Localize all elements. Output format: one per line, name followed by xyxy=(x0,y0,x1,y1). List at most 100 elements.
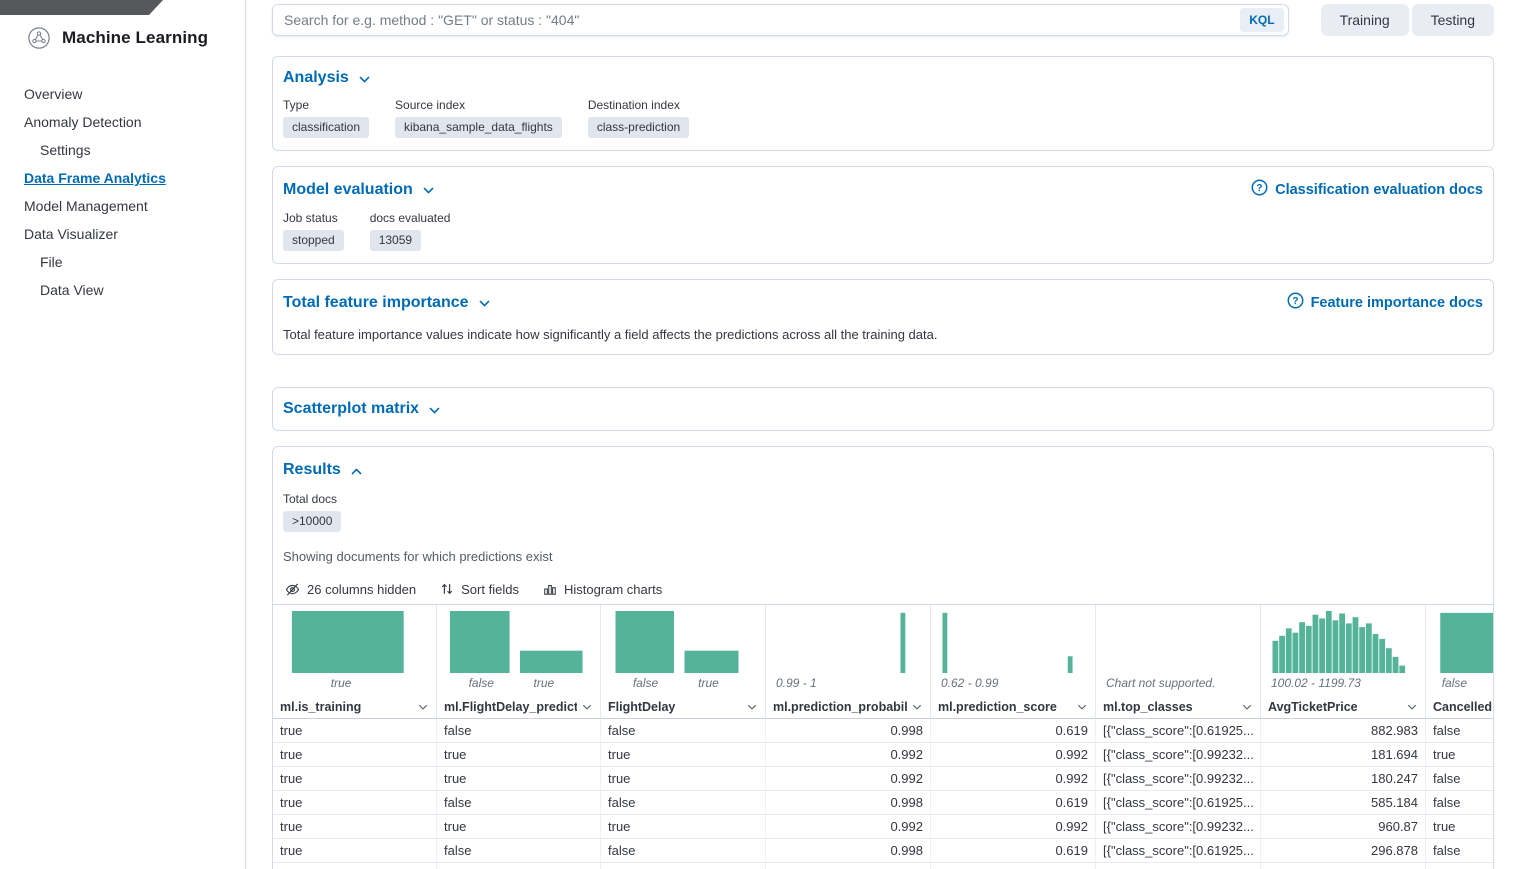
column-histogram-ml.prediction_score: 0.62 - 0.99 xyxy=(931,605,1096,695)
sidebar-item-file[interactable]: File xyxy=(0,248,245,276)
cell-FlightDelay: true xyxy=(601,743,766,767)
cell-AvgTicketPrice: 960.87 xyxy=(1261,815,1426,839)
testing-button[interactable]: Testing xyxy=(1412,4,1494,36)
cell-ml.FlightDelay_predictio: true xyxy=(437,815,601,839)
cell-ml.prediction_probabilit: 0.992 xyxy=(766,743,931,767)
chevron-down-icon xyxy=(1406,701,1418,713)
results-data-grid: truefalsetruefalsetrue0.99 - 10.62 - 0.9… xyxy=(273,605,1493,869)
column-header-AvgTicketPrice[interactable]: AvgTicketPrice xyxy=(1261,695,1426,719)
source-index-badge: kibana_sample_data_flights xyxy=(395,117,562,138)
kql-button[interactable]: KQL xyxy=(1240,8,1283,32)
table-row: truefalsefalse0.9980.619[{"class_score":… xyxy=(273,791,1493,815)
column-header-ml.prediction_probabilit[interactable]: ml.prediction_probabilit xyxy=(766,695,931,719)
column-header-ml.is_training[interactable]: ml.is_training xyxy=(273,695,437,719)
table-row: truefalsefalse0.9980.619[{"class_score":… xyxy=(273,719,1493,743)
column-header-label: FlightDelay xyxy=(608,700,675,714)
column-histogram-AvgTicketPrice: 100.02 - 1199.73 xyxy=(1261,605,1426,695)
histogram-caption: 0.62 - 0.99 xyxy=(941,676,998,690)
sidebar-item-data-view[interactable]: Data View xyxy=(0,276,245,304)
destination-index-field: Destination index class-prediction xyxy=(588,98,689,138)
field-label: Job status xyxy=(283,211,344,225)
results-section-toggle[interactable]: Results xyxy=(283,461,363,479)
column-header-FlightDelay[interactable]: FlightDelay xyxy=(601,695,766,719)
sidebar-item-data-frame-analytics[interactable]: Data Frame Analytics xyxy=(0,164,245,192)
cell-ml.is_training: true xyxy=(273,719,437,743)
job-status-badge: stopped xyxy=(283,230,344,251)
column-histogram-ml.FlightDelay_predictio: falsetrue xyxy=(437,605,601,695)
sidebar-item-model-management[interactable]: Model Management xyxy=(0,192,245,220)
cell-AvgTicketPrice: 585.184 xyxy=(1261,791,1426,815)
model-evaluation-section-toggle[interactable]: Model evaluation xyxy=(283,181,435,199)
histogram-caption: false xyxy=(1442,676,1467,690)
cell-FlightDelay: false xyxy=(601,839,766,863)
chevron-down-icon xyxy=(358,71,371,86)
cell-AvgTicketPrice: 181.694 xyxy=(1261,743,1426,767)
sidebar-item-settings[interactable]: Settings xyxy=(0,136,245,164)
table-row: truefalsefalse0.9980.619[{"class_score":… xyxy=(273,863,1493,869)
column-header-label: ml.FlightDelay_predictio xyxy=(444,700,577,714)
classification-evaluation-docs-link[interactable]: ? Classification evaluation docs xyxy=(1251,179,1483,200)
chevron-down-icon xyxy=(581,701,593,713)
cell-ml.top_classes: [{"class_score":[0.61925... xyxy=(1096,839,1261,863)
chevron-up-icon xyxy=(350,463,363,478)
ml-data-frame-analytics-page: Machine Learning Overview Anomaly Detect… xyxy=(0,0,1513,869)
docs-icon: ? xyxy=(1251,179,1268,200)
cell-AvgTicketPrice: 906.438 xyxy=(1261,863,1426,869)
cell-FlightDelay: false xyxy=(601,863,766,869)
cell-ml.is_training: true xyxy=(273,839,437,863)
sidebar-item-data-visualizer[interactable]: Data Visualizer xyxy=(0,220,245,248)
sidebar: Machine Learning Overview Anomaly Detect… xyxy=(0,0,246,869)
search-input[interactable] xyxy=(284,12,1240,28)
table-row: truetruetrue0.9920.992[{"class_score":[0… xyxy=(273,743,1493,767)
cell-ml.FlightDelay_predictio: false xyxy=(437,719,601,743)
column-header-label: ml.prediction_probabilit xyxy=(773,700,907,714)
column-header-ml.prediction_score[interactable]: ml.prediction_score xyxy=(931,695,1096,719)
cell-Cancelled: false xyxy=(1426,839,1493,863)
column-header-label: ml.top_classes xyxy=(1103,700,1193,714)
feature-importance-panel: Total feature importance ? Feature impor… xyxy=(272,279,1494,355)
cell-ml.prediction_score: 0.619 xyxy=(931,719,1096,743)
sort-fields-button[interactable]: Sort fields xyxy=(440,582,519,597)
sidebar-item-anomaly-detection[interactable]: Anomaly Detection xyxy=(0,108,245,136)
cell-ml.is_training: true xyxy=(273,791,437,815)
cell-ml.FlightDelay_predictio: false xyxy=(437,791,601,815)
svg-text:?: ? xyxy=(1292,296,1298,307)
main-content: KQL Training Testing Analysis Type xyxy=(246,0,1513,869)
sidebar-item-overview[interactable]: Overview xyxy=(0,80,245,108)
column-histogram-FlightDelay: falsetrue xyxy=(601,605,766,695)
total-docs: Total docs >10000 xyxy=(273,492,1493,532)
cell-AvgTicketPrice: 180.247 xyxy=(1261,767,1426,791)
histogram-charts-button[interactable]: Histogram charts xyxy=(543,582,662,597)
histogram-caption: false xyxy=(469,676,494,690)
window-corner-artifact xyxy=(0,0,163,15)
column-header-ml.top_classes[interactable]: ml.top_classes xyxy=(1096,695,1261,719)
column-header-ml.FlightDelay_predictio[interactable]: ml.FlightDelay_predictio xyxy=(437,695,601,719)
column-header-Cancelled[interactable]: Cancelled xyxy=(1426,695,1493,719)
chevron-down-icon xyxy=(478,295,491,310)
chevron-down-icon xyxy=(428,402,441,417)
table-row: truetruetrue0.9920.992[{"class_score":[0… xyxy=(273,815,1493,839)
search-bar: KQL xyxy=(272,4,1289,36)
feature-importance-docs-link[interactable]: ? Feature importance docs xyxy=(1287,292,1483,313)
histogram-caption: Chart not supported. xyxy=(1106,676,1215,690)
cell-ml.top_classes: [{"class_score":[0.61925... xyxy=(1096,719,1261,743)
feature-importance-section-toggle[interactable]: Total feature importance xyxy=(283,294,491,312)
field-label: Source index xyxy=(395,98,562,112)
cell-ml.top_classes: [{"class_score":[0.99232... xyxy=(1096,815,1261,839)
results-panel: Results Total docs >10000 Showing docume… xyxy=(272,446,1494,869)
columns-hidden-button[interactable]: 26 columns hidden xyxy=(285,582,416,597)
cell-AvgTicketPrice: 296.878 xyxy=(1261,839,1426,863)
cell-ml.is_training: true xyxy=(273,767,437,791)
histogram-icon xyxy=(543,582,557,596)
scatterplot-section-toggle[interactable]: Scatterplot matrix xyxy=(283,400,441,418)
cell-ml.prediction_probabilit: 0.998 xyxy=(766,791,931,815)
analysis-section-toggle[interactable]: Analysis xyxy=(283,69,371,87)
sidebar-nav: Overview Anomaly Detection Settings Data… xyxy=(0,80,245,304)
cell-FlightDelay: false xyxy=(601,719,766,743)
training-button[interactable]: Training xyxy=(1321,4,1409,36)
column-header-label: AvgTicketPrice xyxy=(1268,700,1358,714)
grid-toolbar: 26 columns hidden Sort fields Histogram … xyxy=(273,574,1493,605)
cell-ml.prediction_score: 0.992 xyxy=(931,815,1096,839)
histogram-caption: 100.02 - 1199.73 xyxy=(1271,676,1361,690)
cell-ml.prediction_probabilit: 0.998 xyxy=(766,839,931,863)
